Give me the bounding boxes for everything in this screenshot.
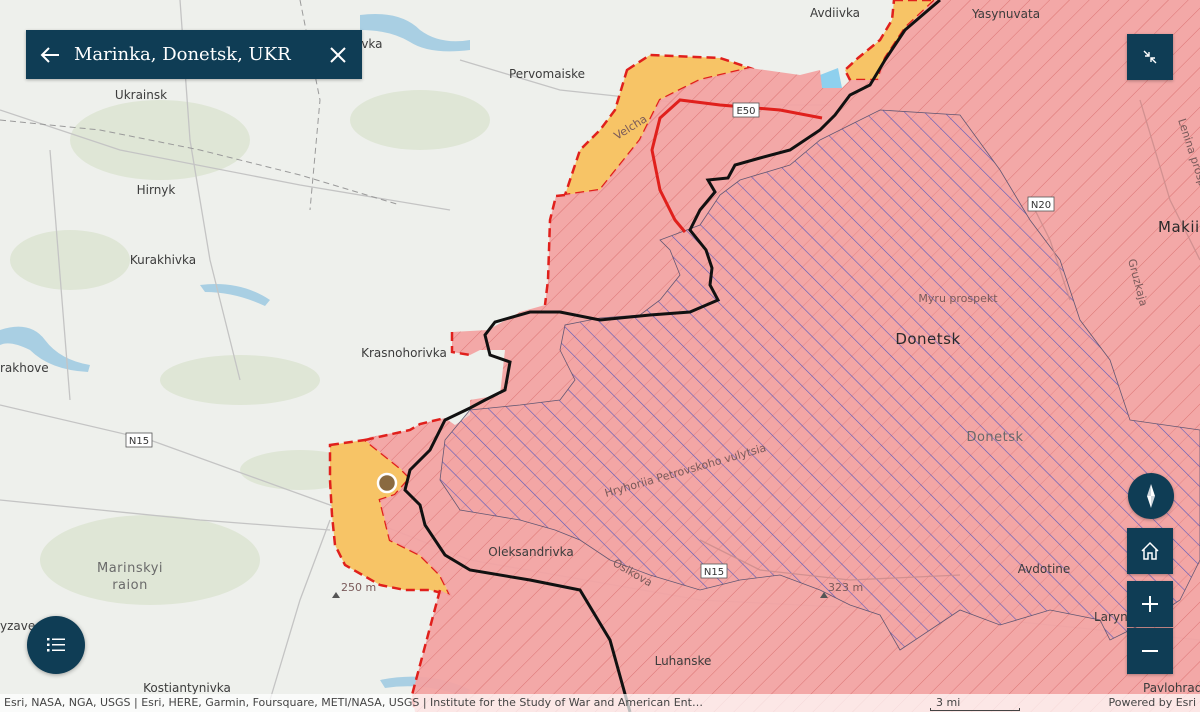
close-button[interactable] <box>314 30 362 79</box>
powered-by-link[interactable]: Powered by Esri <box>1108 696 1196 709</box>
legend-button[interactable] <box>27 616 85 674</box>
compass-button[interactable] <box>1128 473 1174 519</box>
list-icon <box>47 638 65 652</box>
zoom-in-button[interactable] <box>1127 581 1173 627</box>
scale-bar <box>930 708 1020 711</box>
arrow-left-icon <box>40 46 59 63</box>
label-avdotine: Avdotine <box>1018 562 1071 576</box>
label-kostiantynivka: Kostiantynivka <box>143 681 231 695</box>
back-button[interactable] <box>26 30 74 79</box>
label-kurakhivka: Kurakhivka <box>130 253 196 267</box>
label-luhanske: Luhanske <box>655 654 712 668</box>
label-krasnohorivka: Krasnohorivka <box>361 346 447 360</box>
label-pervomaiske: Pervomaiske <box>509 67 585 81</box>
svg-text:N20: N20 <box>1031 200 1051 211</box>
svg-text:N15: N15 <box>704 567 724 578</box>
svg-text:E50: E50 <box>736 106 755 117</box>
collapse-button[interactable] <box>1127 34 1173 80</box>
home-icon <box>1141 541 1159 560</box>
label-myru-prospekt: Myru prospekt <box>918 292 998 305</box>
label-yasynuvata: Yasynuvata <box>971 7 1040 21</box>
label-marinskyi-raion-1: Marinskyi <box>97 561 163 576</box>
svg-text:250 m: 250 m <box>341 581 376 594</box>
label-pavlohradske: Pavlohradske <box>1143 681 1200 695</box>
attribution-bar: Esri, NASA, NGA, USGS | Esri, HERE, Garm… <box>0 694 1200 712</box>
location-pin[interactable] <box>376 472 398 494</box>
road-shield-n15-west: N15 <box>125 432 153 448</box>
label-hirnyk: Hirnyk <box>137 183 176 197</box>
compass-icon <box>1147 484 1155 508</box>
label-donetsk-raion: Donetsk <box>966 430 1023 445</box>
label-larynka: Laryn <box>1094 610 1128 624</box>
label-marinskyi-raion-2: raion <box>112 578 148 593</box>
close-icon <box>330 46 346 63</box>
label-ukrainsk: Ukrainsk <box>115 88 167 102</box>
map-canvas[interactable]: E50 N15 N15 N20 Avdiivka Yasynuvata Leni… <box>0 0 1200 712</box>
label-donetsk-city: Donetsk <box>895 330 960 348</box>
label-oleksandrivka: Oleksandrivka <box>488 545 573 559</box>
zoom-out-button[interactable] <box>1127 628 1173 674</box>
road-shield-e50: E50 <box>732 102 760 118</box>
road-shield-n20: N20 <box>1027 196 1055 212</box>
plus-icon <box>1142 596 1158 612</box>
search-title: Marinka, Donetsk, UKR <box>74 44 291 65</box>
label-makii: Makii <box>1158 218 1200 236</box>
attribution-text[interactable]: Esri, NASA, NGA, USGS | Esri, HERE, Garm… <box>4 696 703 709</box>
home-button[interactable] <box>1127 528 1173 574</box>
road-shield-n15-east: N15 <box>700 563 728 579</box>
svg-text:323 m: 323 m <box>828 581 863 594</box>
collapse-icon <box>1143 50 1157 64</box>
svg-text:N15: N15 <box>129 436 149 447</box>
label-rakhove: rakhove <box>0 361 49 375</box>
search-bar: Marinka, Donetsk, UKR <box>26 30 362 79</box>
minus-icon <box>1142 650 1158 652</box>
label-avdiivka: Avdiivka <box>810 6 860 20</box>
